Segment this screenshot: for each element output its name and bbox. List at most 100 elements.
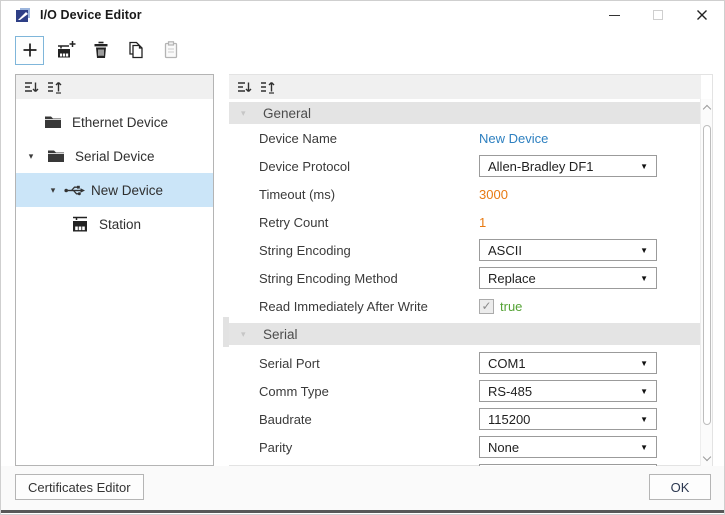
- clipboard-icon: [164, 41, 178, 59]
- section-caret-icon: ▾: [241, 328, 246, 339]
- add-device-button[interactable]: [15, 35, 44, 65]
- prop-label: Device Protocol: [259, 158, 351, 174]
- device-protocol-dropdown[interactable]: Allen-Bradley DF1 ▼: [479, 155, 657, 177]
- dropdown-arrow-icon: ▼: [640, 414, 648, 424]
- tree-item-station[interactable]: Station: [16, 207, 213, 241]
- folder-icon: [44, 115, 62, 129]
- add-station-button[interactable]: [53, 37, 79, 63]
- properties-panel: ▾ General Device Name New Device Device …: [229, 74, 713, 466]
- title-bar: I/O Device Editor: [1, 1, 724, 29]
- dropdown-arrow-icon: ▼: [640, 245, 648, 255]
- parity-dropdown[interactable]: None ▼: [479, 436, 657, 458]
- scroll-down-icon[interactable]: [701, 452, 713, 464]
- comm-type-dropdown[interactable]: RS-485 ▼: [479, 380, 657, 402]
- timeout-value[interactable]: 3000: [479, 187, 508, 202]
- io-device-editor-window: I/O Device Editor Ethernet Device ▾ Seri…: [0, 0, 725, 515]
- string-encoding-dropdown[interactable]: ASCII ▼: [479, 239, 657, 261]
- close-button[interactable]: [680, 1, 724, 29]
- caret-down-icon[interactable]: ▾: [24, 151, 38, 162]
- section-title: General: [263, 105, 312, 121]
- serial-port-dropdown[interactable]: COM1 ▼: [479, 352, 657, 374]
- minimize-button[interactable]: [592, 1, 636, 29]
- prop-row-comm-type: Comm Type RS-485 ▼: [229, 377, 701, 405]
- prop-row-parity: Parity None ▼: [229, 433, 701, 461]
- tree-item-ethernet-device[interactable]: Ethernet Device: [16, 105, 213, 139]
- copy-icon: [129, 41, 143, 59]
- prop-row-read-immediately: Read Immediately After Write ✓ true: [229, 292, 701, 320]
- dropdown-value: None: [488, 439, 520, 455]
- caret-down-icon[interactable]: ▾: [46, 185, 60, 196]
- prop-row-string-encoding-method: String Encoding Method Replace ▼: [229, 264, 701, 292]
- tree-item-label: New Device: [91, 182, 164, 198]
- dropdown-arrow-icon: ▼: [640, 161, 648, 171]
- app-logo-icon: [15, 7, 31, 23]
- dropdown-value: COM1: [488, 355, 526, 371]
- prop-label: Read Immediately After Write: [259, 298, 428, 314]
- prop-label: Comm Type: [259, 383, 329, 399]
- trash-icon: [94, 41, 108, 58]
- properties-panel-header: [229, 75, 701, 99]
- collapse-all-icon[interactable]: [23, 79, 39, 95]
- section-title: Serial: [263, 326, 298, 342]
- tree-item-serial-device[interactable]: ▾ Serial Device: [16, 139, 213, 173]
- section-caret-icon: ▾: [241, 107, 246, 118]
- prop-row-retry-count: Retry Count 1: [229, 208, 701, 236]
- collapse-all-icon[interactable]: [236, 79, 252, 95]
- tree-item-label: Ethernet Device: [72, 114, 169, 130]
- ok-button[interactable]: OK: [649, 474, 711, 500]
- expand-all-icon[interactable]: [259, 79, 275, 95]
- section-header-general[interactable]: ▾ General: [229, 102, 701, 124]
- dropdown-arrow-icon: ▼: [640, 386, 648, 396]
- scrollbar-thumb[interactable]: [703, 125, 711, 425]
- baudrate-dropdown[interactable]: 115200 ▼: [479, 408, 657, 430]
- properties-scrollbar[interactable]: [700, 99, 712, 466]
- prop-label: Retry Count: [259, 214, 329, 230]
- prop-row-device-protocol: Device Protocol Allen-Bradley DF1 ▼: [229, 152, 701, 180]
- prop-label: Serial Port: [259, 355, 320, 371]
- close-icon: [697, 10, 707, 20]
- prop-row-serial-port: Serial Port COM1 ▼: [229, 349, 701, 377]
- dropdown-value: RS-485: [488, 383, 533, 399]
- checkbox-value-label: true: [500, 298, 523, 314]
- maximize-icon: [653, 10, 663, 20]
- window-title: I/O Device Editor: [40, 8, 142, 22]
- device-name-value[interactable]: New Device: [479, 131, 548, 146]
- copy-device-button[interactable]: [123, 37, 149, 63]
- prop-label: String Encoding Method: [259, 270, 398, 286]
- prop-row-device-name: Device Name New Device: [229, 124, 701, 152]
- dropdown-value: Allen-Bradley DF1: [488, 158, 594, 174]
- paste-device-button[interactable]: [158, 37, 184, 63]
- prop-row-string-encoding: String Encoding ASCII ▼: [229, 236, 701, 264]
- dropdown-arrow-icon: ▼: [640, 273, 648, 283]
- dropdown-value: 115200: [488, 411, 531, 427]
- delete-device-button[interactable]: [88, 37, 114, 63]
- usb-icon: [64, 184, 85, 197]
- tree-item-new-device[interactable]: ▾ New Device: [16, 173, 213, 207]
- prop-label: Timeout (ms): [259, 186, 336, 202]
- read-immediately-checkbox[interactable]: ✓: [479, 298, 494, 314]
- tree-panel-header: [16, 75, 213, 99]
- prop-row-timeout: Timeout (ms) 3000: [229, 180, 701, 208]
- device-tree: Ethernet Device ▾ Serial Device ▾ New De…: [16, 99, 213, 241]
- dropdown-arrow-icon: ▼: [640, 358, 648, 368]
- scroll-up-icon[interactable]: [701, 101, 713, 113]
- certificates-editor-button[interactable]: Certificates Editor: [15, 474, 144, 500]
- minimize-icon: [608, 14, 620, 16]
- device-tree-panel: Ethernet Device ▾ Serial Device ▾ New De…: [15, 74, 214, 466]
- prop-row-baudrate: Baudrate 115200 ▼: [229, 405, 701, 433]
- dropdown-value: ASCII: [488, 242, 522, 258]
- maximize-button[interactable]: [636, 1, 680, 29]
- dropdown-value: Replace: [488, 270, 536, 286]
- string-encoding-method-dropdown[interactable]: Replace ▼: [479, 267, 657, 289]
- expand-all-icon[interactable]: [46, 79, 62, 95]
- prop-label: String Encoding: [259, 242, 351, 258]
- folder-icon: [47, 149, 65, 163]
- window-controls: [592, 1, 724, 29]
- plus-icon: [23, 43, 36, 57]
- retry-count-value[interactable]: 1: [479, 215, 486, 230]
- station-icon: [70, 216, 90, 233]
- section-header-serial[interactable]: ▾ Serial: [229, 323, 701, 345]
- footer-bar: Certificates Editor OK: [1, 466, 724, 512]
- tree-item-label: Station: [99, 216, 142, 232]
- prop-label: Parity: [259, 439, 293, 455]
